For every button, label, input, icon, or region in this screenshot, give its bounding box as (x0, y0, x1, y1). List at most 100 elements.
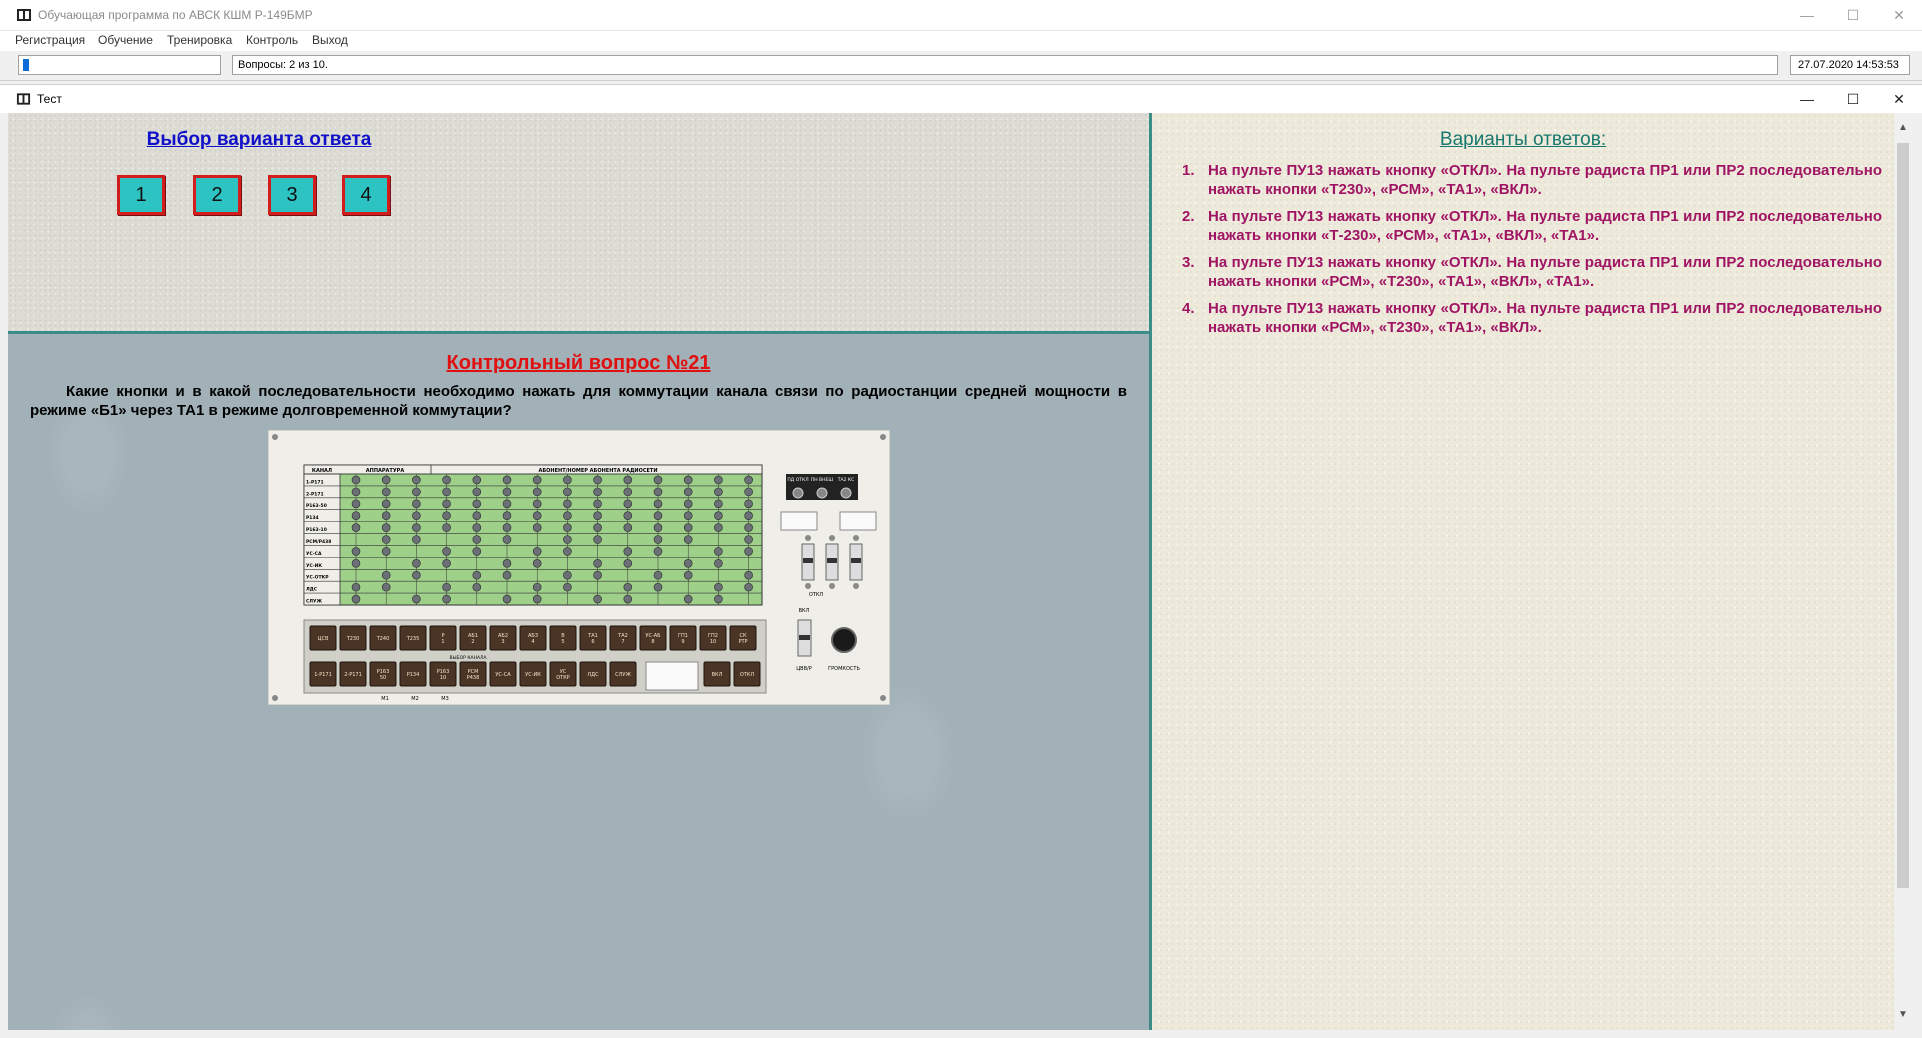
matrix-led[interactable] (381, 535, 391, 544)
matrix-led[interactable] (683, 487, 693, 497)
matrix-led[interactable] (442, 559, 451, 568)
matrix-led[interactable] (683, 475, 693, 485)
matrix-led[interactable] (623, 511, 633, 520)
matrix-led[interactable] (442, 594, 451, 604)
matrix-led[interactable] (593, 594, 602, 604)
matrix-led[interactable] (351, 511, 361, 520)
matrix-led[interactable] (502, 570, 512, 580)
matrix-led[interactable] (683, 523, 693, 532)
matrix-led[interactable] (563, 511, 572, 520)
console-bottom-button[interactable]: Р16310 (429, 661, 457, 687)
matrix-led[interactable] (563, 582, 572, 592)
matrix-led[interactable] (381, 511, 391, 520)
matrix-led[interactable] (563, 570, 572, 580)
matrix-led[interactable] (593, 535, 602, 544)
matrix-led[interactable] (532, 487, 542, 497)
matrix-led[interactable] (351, 594, 361, 604)
scroll-thumb[interactable] (1897, 143, 1909, 888)
menu-control[interactable]: Контроль (246, 33, 298, 47)
matrix-led[interactable] (442, 475, 451, 485)
volume-knob[interactable] (831, 627, 857, 653)
console-bottom-button[interactable]: Р16350 (369, 661, 397, 687)
matrix-led[interactable] (653, 475, 663, 485)
close-button[interactable]: ✕ (1876, 0, 1922, 30)
matrix-led[interactable] (714, 594, 723, 604)
matrix-led[interactable] (563, 535, 572, 544)
matrix-led[interactable] (563, 547, 572, 556)
matrix-led[interactable] (472, 547, 482, 556)
matrix-led[interactable] (744, 535, 753, 544)
matrix-led[interactable] (532, 547, 542, 556)
variant-button-4[interactable]: 4 (342, 175, 390, 215)
matrix-led[interactable] (442, 547, 451, 556)
variant-button-1[interactable]: 1 (117, 175, 165, 215)
console-top-button[interactable]: АБ34 (519, 625, 547, 651)
matrix-led[interactable] (532, 475, 542, 485)
test-maximize-button[interactable]: ☐ (1830, 85, 1876, 113)
matrix-led[interactable] (623, 523, 633, 532)
matrix-led[interactable] (563, 475, 572, 485)
matrix-led[interactable] (351, 582, 361, 592)
console-top-button[interactable]: Т240 (369, 625, 397, 651)
matrix-led[interactable] (593, 523, 602, 532)
menu-registration[interactable]: Регистрация (15, 33, 85, 47)
matrix-led[interactable] (653, 511, 663, 520)
matrix-led[interactable] (381, 582, 391, 592)
matrix-led[interactable] (593, 487, 602, 497)
fader-knob[interactable] (827, 558, 837, 563)
console-top-button[interactable]: Т230 (339, 625, 367, 651)
matrix-led[interactable] (351, 547, 361, 556)
matrix-led[interactable] (442, 523, 451, 532)
matrix-led[interactable] (412, 511, 421, 520)
matrix-led[interactable] (502, 499, 512, 509)
console-bottom-button[interactable]: УСОТКР (549, 661, 577, 687)
matrix-led[interactable] (502, 475, 512, 485)
matrix-led[interactable] (442, 511, 451, 520)
console-bottom-button[interactable]: Р134 (399, 661, 427, 687)
variant-button-3[interactable]: 3 (268, 175, 316, 215)
console-top-button[interactable]: УС-АБ8 (639, 625, 667, 651)
console-bottom-button[interactable]: ЛДС (579, 661, 607, 687)
console-top-button[interactable]: Р1 (429, 625, 457, 651)
matrix-led[interactable] (653, 523, 663, 532)
matrix-led[interactable] (381, 475, 391, 485)
matrix-led[interactable] (744, 499, 753, 509)
matrix-led[interactable] (653, 535, 663, 544)
matrix-led[interactable] (623, 594, 633, 604)
console-top-button[interactable]: ТА16 (579, 625, 607, 651)
matrix-led[interactable] (412, 594, 421, 604)
variant-button-2[interactable]: 2 (193, 175, 241, 215)
matrix-led[interactable] (502, 559, 512, 568)
matrix-led[interactable] (683, 570, 693, 580)
matrix-led[interactable] (623, 559, 633, 568)
matrix-led[interactable] (412, 499, 421, 509)
matrix-led[interactable] (623, 547, 633, 556)
maximize-button[interactable]: ☐ (1830, 0, 1876, 30)
matrix-led[interactable] (412, 487, 421, 497)
matrix-led[interactable] (532, 499, 542, 509)
test-close-button[interactable]: ✕ (1876, 85, 1922, 113)
matrix-led[interactable] (532, 523, 542, 532)
console-top-button[interactable]: АБ12 (459, 625, 487, 651)
console-top-button[interactable]: АБ23 (489, 625, 517, 651)
matrix-led[interactable] (472, 511, 482, 520)
matrix-led[interactable] (532, 559, 542, 568)
matrix-led[interactable] (412, 570, 421, 580)
matrix-led[interactable] (381, 499, 391, 509)
matrix-led[interactable] (381, 523, 391, 532)
matrix-led[interactable] (623, 582, 633, 592)
matrix-led[interactable] (351, 487, 361, 497)
matrix-led[interactable] (744, 487, 753, 497)
matrix-led[interactable] (744, 547, 753, 556)
fader-knob[interactable] (803, 558, 813, 563)
matrix-led[interactable] (532, 582, 542, 592)
matrix-led[interactable] (502, 594, 512, 604)
matrix-led[interactable] (683, 499, 693, 509)
console-bottom-button[interactable]: РСМР438 (459, 661, 487, 687)
matrix-led[interactable] (472, 570, 482, 580)
matrix-led[interactable] (351, 523, 361, 532)
matrix-led[interactable] (744, 570, 753, 580)
matrix-led[interactable] (532, 511, 542, 520)
matrix-led[interactable] (502, 511, 512, 520)
matrix-led[interactable] (593, 499, 602, 509)
